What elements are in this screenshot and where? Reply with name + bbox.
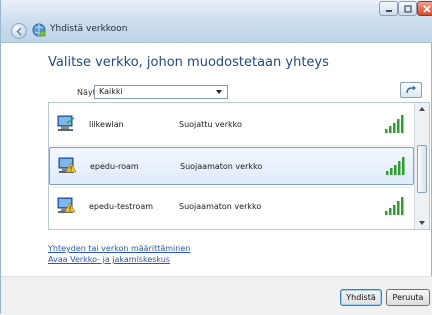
network-item-epedu-testroam[interactable]: epedu-testroam Suojaamaton verkko bbox=[49, 188, 414, 226]
back-arrow-icon bbox=[16, 27, 22, 36]
window-title: Yhdistä verkkoon bbox=[50, 24, 128, 34]
network-item-epedu-roam[interactable]: epedu-roam Suojaamaton verkko bbox=[49, 147, 414, 185]
unsecured-network-icon bbox=[58, 157, 77, 173]
network-globe-icon bbox=[32, 23, 46, 37]
network-item-liikewlan[interactable]: liikewlan Suojattu verkko bbox=[49, 106, 414, 144]
list-divider bbox=[53, 145, 409, 146]
filter-value: Kaikki bbox=[99, 87, 123, 96]
scroll-up-arrow-icon[interactable] bbox=[419, 107, 425, 111]
signal-strength-icon bbox=[386, 157, 405, 175]
maximize-button[interactable] bbox=[398, 1, 417, 16]
dropdown-arrow-icon bbox=[216, 90, 222, 94]
network-name: liikewlan bbox=[89, 120, 124, 129]
close-button[interactable] bbox=[417, 1, 432, 16]
close-icon bbox=[423, 5, 431, 13]
dialog-footer: Yhdistä Peruuta bbox=[1, 276, 432, 315]
filter-dropdown[interactable]: Kaikki bbox=[94, 85, 228, 99]
minimize-button[interactable] bbox=[379, 1, 398, 16]
network-name: epedu-testroam bbox=[89, 202, 154, 211]
minimize-icon bbox=[386, 10, 392, 12]
connect-button[interactable]: Yhdistä bbox=[340, 289, 382, 306]
scrollbar-thumb[interactable] bbox=[417, 145, 427, 193]
network-security: Suojattu verkko bbox=[179, 120, 242, 129]
unsecured-network-icon bbox=[57, 197, 76, 213]
title-bar: Yhdistä verkkoon bbox=[1, 0, 432, 43]
connect-to-network-window: Yhdistä verkkoon Valitse verkko, johon m… bbox=[0, 0, 432, 315]
back-button[interactable] bbox=[11, 23, 27, 39]
maximize-icon bbox=[404, 5, 412, 13]
refresh-button[interactable] bbox=[400, 82, 422, 98]
network-item-partial[interactable] bbox=[49, 223, 414, 229]
network-security: Suojaamaton verkko bbox=[180, 162, 263, 171]
signal-strength-icon bbox=[385, 197, 404, 215]
cancel-button[interactable]: Peruuta bbox=[386, 289, 430, 306]
setup-connection-link[interactable]: Yhteyden tai verkon määrittäminen bbox=[48, 244, 190, 253]
network-security: Suojaamaton verkko bbox=[179, 202, 262, 211]
network-list[interactable]: liikewlan Suojattu verkko epedu-roam Suo… bbox=[48, 102, 430, 230]
wireless-network-icon bbox=[57, 115, 75, 131]
page-heading: Valitse verkko, johon muodostetaan yhtey… bbox=[48, 55, 329, 70]
refresh-icon bbox=[406, 85, 416, 94]
list-scrollbar[interactable] bbox=[414, 103, 429, 229]
scroll-down-arrow-icon[interactable] bbox=[419, 221, 425, 225]
signal-strength-icon bbox=[385, 115, 404, 133]
network-center-link[interactable]: Avaa Verkko- ja jakamiskeskus bbox=[48, 255, 170, 264]
network-name: epedu-roam bbox=[90, 162, 139, 171]
